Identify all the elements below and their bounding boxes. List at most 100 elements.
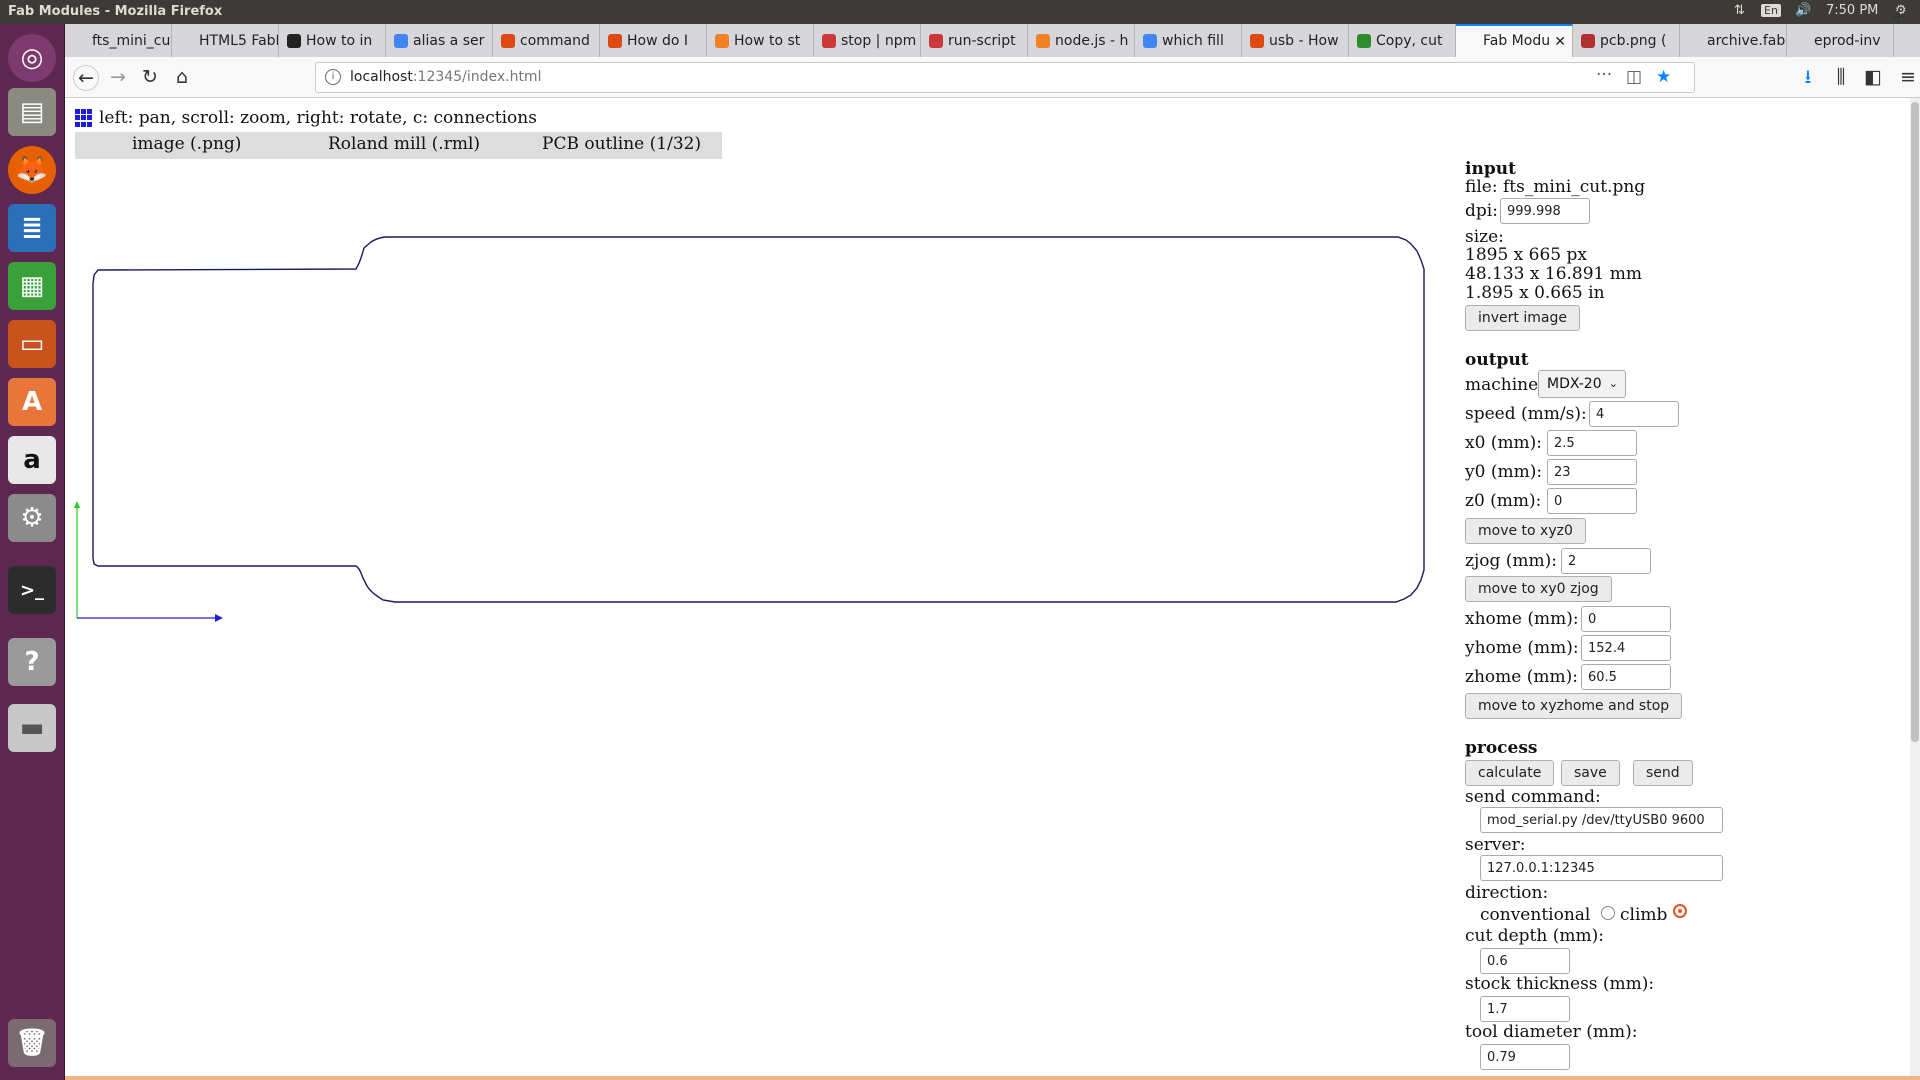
terminal-icon[interactable]: >_ <box>8 566 56 614</box>
tab-16[interactable]: eprod-inv <box>1787 24 1894 57</box>
zhome-label: zhome (mm): <box>1465 667 1578 687</box>
clock[interactable]: 7:50 PM <box>1826 3 1878 18</box>
downloads-icon[interactable]: ⭳ <box>1795 65 1821 91</box>
dpi-input[interactable]: 999.998 <box>1500 198 1590 224</box>
mode-roland-mill[interactable]: Roland mill (.rml) <box>328 134 480 154</box>
page-icon <box>1464 34 1478 48</box>
climb-label: climb <box>1620 905 1668 925</box>
calculate-button[interactable]: calculate <box>1465 760 1555 786</box>
calc-icon[interactable]: ▦ <box>8 262 56 310</box>
grid-icon[interactable] <box>75 109 93 127</box>
help-text: left: pan, scroll: zoom, right: rotate, … <box>99 108 537 128</box>
tab-3[interactable]: alias a ser <box>386 24 493 57</box>
send-command-input[interactable]: mod_serial.py /dev/ttyUSB0 9600 <box>1480 807 1723 833</box>
server-input[interactable]: 127.0.0.1:12345 <box>1480 855 1723 881</box>
amazon-icon[interactable]: a <box>8 436 56 484</box>
forward-button[interactable]: → <box>105 65 131 91</box>
page-icon <box>73 34 87 48</box>
stock-thickness-label: stock thickness (mm): <box>1465 974 1655 994</box>
url-bar[interactable]: i localhost:12345/index.html ··· ◫ ★ <box>315 62 1695 93</box>
tab-1[interactable]: HTML5 FabM <box>172 24 279 57</box>
software-center-icon[interactable]: A <box>8 378 56 426</box>
tab-7[interactable]: stop | npm <box>814 24 921 57</box>
x0-input[interactable]: 2.5 <box>1547 430 1637 456</box>
cut-depth-input[interactable]: 0.6 <box>1480 948 1570 974</box>
keyboard-layout[interactable]: En <box>1761 4 1781 17</box>
ubuntu-dash-icon[interactable]: ◎ <box>8 34 56 82</box>
tab-0[interactable]: fts_mini_cut <box>65 24 172 57</box>
tab-10[interactable]: which fill <box>1135 24 1242 57</box>
yhome-input[interactable]: 152.4 <box>1581 635 1671 661</box>
speed-input[interactable]: 4 <box>1589 401 1679 427</box>
tab-5[interactable]: How do I <box>600 24 707 57</box>
reload-button[interactable]: ↻ <box>137 65 163 91</box>
climb-radio[interactable] <box>1673 904 1687 918</box>
invert-image-button[interactable]: invert image <box>1465 305 1580 331</box>
writer-icon[interactable]: ≣ <box>8 204 56 252</box>
page-icon <box>1795 34 1809 48</box>
back-button[interactable]: ← <box>73 65 99 91</box>
askubuntu-icon <box>608 34 622 48</box>
network-icon[interactable]: ⇅ <box>1734 3 1745 18</box>
y0-label: y0 (mm): <box>1465 462 1543 482</box>
menu-icon[interactable]: ≡ <box>1895 65 1920 91</box>
tool-diameter-input[interactable]: 0.79 <box>1480 1044 1570 1070</box>
library-icon[interactable]: ⫼ <box>1828 65 1854 91</box>
stock-thickness-input[interactable]: 1.7 <box>1480 996 1570 1022</box>
google-icon <box>394 34 408 48</box>
mode-pcb-outline[interactable]: PCB outline (1/32) <box>542 134 701 154</box>
move-to-xyz0-button[interactable]: move to xyz0 <box>1465 518 1586 544</box>
pocket-icon[interactable]: ◫ <box>1626 67 1642 87</box>
zjog-input[interactable]: 2 <box>1561 548 1651 574</box>
speed-label: speed (mm/s): <box>1465 404 1587 424</box>
xhome-input[interactable]: 0 <box>1581 606 1671 632</box>
scrollbar-thumb[interactable] <box>1911 102 1919 742</box>
new-tab-button[interactable]: + <box>1890 4 1907 28</box>
tab-4[interactable]: command <box>493 24 600 57</box>
toolpath-canvas[interactable] <box>65 158 1455 758</box>
window-title: Fab Modules - Mozilla Firefox <box>8 4 223 19</box>
tab-label: How do I <box>627 33 689 49</box>
impress-icon[interactable]: ▭ <box>8 320 56 368</box>
tab-9[interactable]: node.js - h <box>1028 24 1135 57</box>
firefox-icon[interactable]: 🦊 <box>8 146 56 194</box>
volume-icon[interactable]: 🔊 <box>1795 3 1811 18</box>
sidebar-icon[interactable]: ◧ <box>1860 65 1886 91</box>
y0-input[interactable]: 23 <box>1547 459 1637 485</box>
mode-image[interactable]: image (.png) <box>132 134 241 154</box>
move-to-xyzhome-button[interactable]: move to xyzhome and stop <box>1465 693 1683 719</box>
system-settings-icon[interactable]: ⚙ <box>8 494 56 542</box>
home-button[interactable]: ⌂ <box>169 65 195 91</box>
output-heading: output <box>1465 350 1529 370</box>
tab-6[interactable]: How to st <box>707 24 814 57</box>
chevron-down-icon: ⌄ <box>1608 377 1618 390</box>
save-button[interactable]: save <box>1561 760 1620 786</box>
tab-15[interactable]: archive.faba <box>1680 24 1787 57</box>
files-icon[interactable]: ▤ <box>8 88 56 136</box>
site-info-icon[interactable]: i <box>325 69 341 85</box>
page-actions-icon[interactable]: ··· <box>1596 65 1612 85</box>
tab-label: Copy, cut <box>1376 33 1443 49</box>
machine-select[interactable]: MDX-20 ⌄ <box>1538 370 1626 398</box>
tab-11[interactable]: usb - How <box>1242 24 1349 57</box>
drive-icon[interactable]: ▬ <box>8 704 56 752</box>
page-scrollbar[interactable] <box>1910 98 1920 1080</box>
tab-label: usb - How <box>1269 33 1339 49</box>
z0-input[interactable]: 0 <box>1547 488 1637 514</box>
tab-2[interactable]: How to in <box>279 24 386 57</box>
bookmark-star-icon[interactable]: ★ <box>1656 67 1671 87</box>
tab-12[interactable]: Copy, cut <box>1349 24 1456 57</box>
close-icon[interactable]: ✕ <box>1554 34 1566 50</box>
size-in: 1.895 x 0.665 in <box>1465 283 1605 303</box>
trash-icon[interactable]: 🗑 <box>8 1019 56 1067</box>
zhome-input[interactable]: 60.5 <box>1581 664 1671 690</box>
send-button[interactable]: send <box>1633 760 1693 786</box>
tab-14[interactable]: pcb.png ( <box>1573 24 1680 57</box>
pcb-outline-path <box>92 236 1425 603</box>
conventional-radio[interactable] <box>1601 906 1615 920</box>
help-icon[interactable]: ? <box>8 638 56 686</box>
zjog-label: zjog (mm): <box>1465 551 1557 571</box>
move-to-xy0-zjog-button[interactable]: move to xy0 zjog <box>1465 576 1612 602</box>
tab-8[interactable]: run-script <box>921 24 1028 57</box>
tab-13[interactable]: Fab Modu ✕ <box>1456 24 1573 57</box>
